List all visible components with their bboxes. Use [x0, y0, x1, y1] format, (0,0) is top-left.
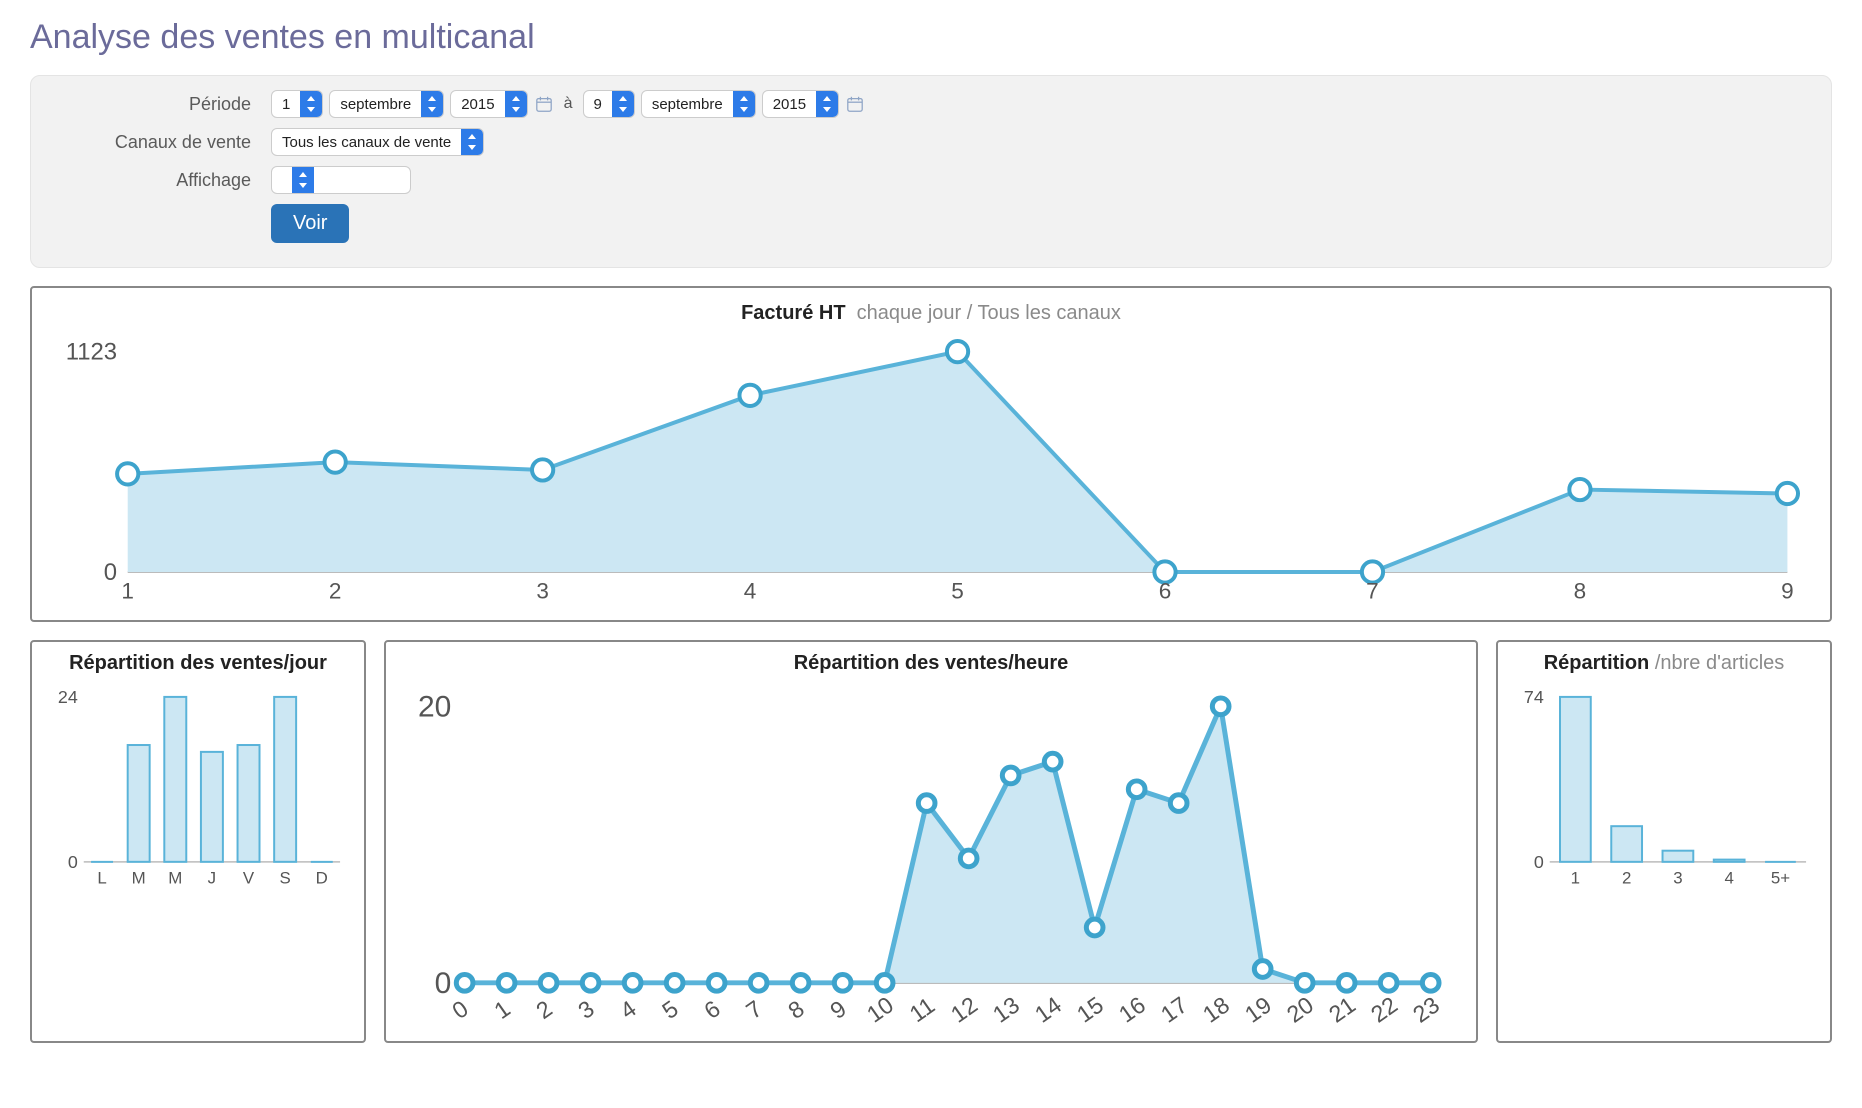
period-separator: à: [560, 95, 577, 113]
svg-text:10: 10: [862, 991, 898, 1027]
svg-text:0: 0: [447, 995, 473, 1024]
svg-text:19: 19: [1240, 991, 1276, 1027]
from-month-select[interactable]: septembre: [329, 90, 444, 118]
svg-text:8: 8: [1574, 579, 1587, 604]
from-day-select[interactable]: 1: [271, 90, 323, 118]
chevron-updown-icon: [300, 91, 322, 117]
chevron-updown-icon: [461, 129, 483, 155]
to-day-select[interactable]: 9: [583, 90, 635, 118]
chevron-updown-icon: [292, 167, 314, 193]
svg-text:20: 20: [1282, 991, 1318, 1027]
from-year-select[interactable]: 2015: [450, 90, 527, 118]
svg-text:5: 5: [951, 579, 964, 604]
calendar-icon[interactable]: [534, 94, 554, 114]
svg-text:3: 3: [536, 579, 549, 604]
chevron-updown-icon: [505, 91, 527, 117]
svg-text:7: 7: [1366, 579, 1379, 604]
svg-text:0: 0: [104, 559, 117, 586]
svg-text:3: 3: [573, 995, 599, 1024]
svg-text:6: 6: [699, 995, 725, 1024]
svg-text:7: 7: [741, 995, 767, 1024]
svg-text:2: 2: [1622, 869, 1631, 888]
per-hour-title: Répartition des ventes/heure: [398, 652, 1464, 675]
svg-text:20: 20: [418, 690, 451, 723]
per-articles-title-grey: /nbre d'articles: [1655, 652, 1784, 674]
main-chart-title-grey: chaque jour / Tous les canaux: [857, 302, 1121, 324]
svg-text:1123: 1123: [66, 339, 117, 366]
svg-text:23: 23: [1408, 991, 1444, 1027]
svg-text:12: 12: [946, 991, 982, 1027]
svg-text:5+: 5+: [1771, 869, 1790, 888]
to-month-select[interactable]: septembre: [641, 90, 756, 118]
svg-text:M: M: [168, 869, 182, 888]
main-chart: 0 1123 1 2 3 4 5 6 7 8 9: [48, 333, 1814, 612]
svg-text:18: 18: [1198, 991, 1234, 1027]
svg-text:0: 0: [435, 967, 452, 1000]
per-day-title-bold: Répartition des ventes/jour: [69, 652, 327, 674]
svg-text:22: 22: [1366, 991, 1402, 1027]
svg-text:24: 24: [58, 687, 78, 707]
label-channels: Canaux de vente: [51, 132, 271, 153]
per-articles-chart: 0 74 1 2 3 4 5+: [1510, 683, 1818, 892]
filter-panel: Période 1 septembre 2015 à 9 septembre 2…: [30, 75, 1832, 268]
per-hour-panel: Répartition des ventes/heure 02001234567…: [384, 640, 1478, 1043]
svg-text:0: 0: [1534, 852, 1544, 872]
submit-button[interactable]: Voir: [271, 204, 349, 243]
per-day-panel: Répartition des ventes/jour 0 24 L M M J V S D: [30, 640, 366, 1043]
per-hour-chart: 0200123456789101112131415161718192021222…: [398, 683, 1464, 1033]
main-chart-title: Facturé HT chaque jour / Tous les canaux: [48, 302, 1814, 325]
svg-text:4: 4: [1724, 869, 1733, 888]
channels-select[interactable]: Tous les canaux de vente: [271, 128, 484, 156]
svg-text:2: 2: [329, 579, 342, 604]
main-chart-panel: Facturé HT chaque jour / Tous les canaux…: [30, 286, 1832, 622]
per-articles-title-bold: Répartition: [1544, 652, 1650, 674]
svg-text:M: M: [132, 869, 146, 888]
svg-text:8: 8: [783, 995, 809, 1024]
svg-text:9: 9: [825, 995, 851, 1024]
main-chart-title-bold: Facturé HT: [741, 302, 845, 324]
chevron-updown-icon: [733, 91, 755, 117]
chevron-updown-icon: [421, 91, 443, 117]
page-title: Analyse des ventes en multicanal: [30, 18, 1832, 57]
per-articles-panel: Répartition /nbre d'articles 0 74 1 2 3 4 5+: [1496, 640, 1832, 1043]
svg-text:11: 11: [905, 992, 940, 1027]
svg-text:5: 5: [657, 995, 683, 1024]
svg-text:S: S: [280, 869, 291, 888]
svg-text:V: V: [243, 869, 255, 888]
svg-text:17: 17: [1156, 991, 1192, 1027]
display-select[interactable]: [271, 166, 411, 194]
svg-text:1: 1: [1571, 869, 1580, 888]
per-hour-title-bold: Répartition des ventes/heure: [794, 652, 1069, 674]
svg-text:L: L: [97, 869, 106, 888]
svg-text:14: 14: [1030, 991, 1066, 1027]
svg-text:J: J: [208, 869, 216, 888]
svg-text:2: 2: [531, 995, 557, 1024]
svg-text:1: 1: [489, 995, 515, 1024]
svg-text:1: 1: [121, 579, 134, 604]
svg-text:D: D: [316, 869, 328, 888]
per-articles-title: Répartition /nbre d'articles: [1510, 652, 1818, 675]
svg-text:9: 9: [1781, 579, 1794, 604]
per-day-title: Répartition des ventes/jour: [44, 652, 352, 675]
svg-text:16: 16: [1114, 991, 1150, 1027]
calendar-icon[interactable]: [845, 94, 865, 114]
svg-text:4: 4: [744, 579, 757, 604]
svg-text:6: 6: [1159, 579, 1172, 604]
per-day-chart: 0 24 L M M J V S D: [44, 683, 352, 892]
svg-text:3: 3: [1673, 869, 1682, 888]
svg-text:15: 15: [1072, 991, 1108, 1027]
svg-text:0: 0: [68, 852, 78, 872]
svg-text:13: 13: [988, 991, 1024, 1027]
chevron-updown-icon: [816, 91, 838, 117]
label-period: Période: [51, 94, 271, 115]
svg-text:74: 74: [1524, 687, 1544, 707]
to-year-select[interactable]: 2015: [762, 90, 839, 118]
svg-text:21: 21: [1324, 991, 1360, 1027]
chevron-updown-icon: [612, 91, 634, 117]
label-display: Affichage: [51, 170, 271, 191]
svg-text:4: 4: [615, 995, 641, 1024]
